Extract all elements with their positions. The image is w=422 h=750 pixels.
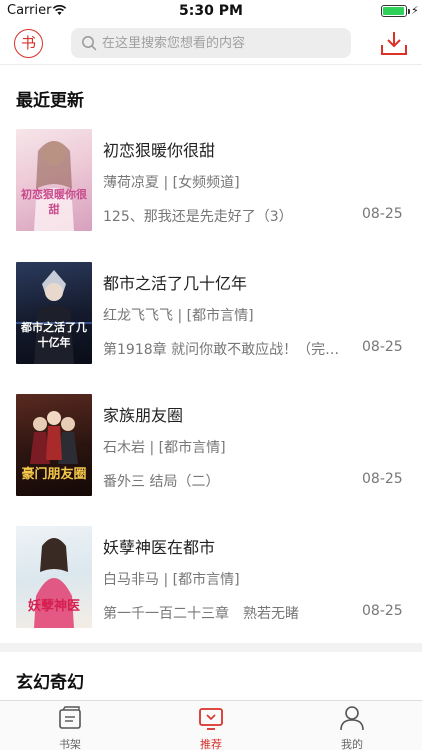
tab-label: 推荐 [200, 738, 222, 750]
cover-title: 豪门朋友圈 [21, 467, 87, 482]
cover-title: 都市之活了几十亿年 [21, 321, 87, 349]
book-author: 石木岩 | [都市言情] [103, 440, 226, 456]
tab-label: 我的 [341, 738, 363, 750]
book-update-date: 08-25 [362, 471, 403, 487]
charging-icon: ⚡ [411, 4, 419, 17]
book-cover[interactable]: 妖孽神医 [16, 526, 92, 628]
section-title-recent: 最近更新 [16, 91, 84, 111]
battery-icon [381, 5, 407, 17]
book-cover[interactable]: 豪门朋友圈 [16, 394, 92, 496]
battery-cap [408, 9, 410, 14]
book-cover[interactable]: 初恋狠暖你很甜 [16, 129, 92, 231]
book-author: 薄荷凉夏 | [女频频道] [103, 175, 240, 191]
cover-title: 初恋狠暖你很甜 [21, 188, 87, 216]
book-author: 红龙飞飞飞 | [都市言情] [103, 308, 254, 324]
user-icon [340, 706, 364, 731]
top-nav: 书 [0, 22, 422, 65]
book-item[interactable]: 初恋狠暖你很甜 初恋狠暖你很甜 薄荷凉夏 | [女频频道] 125、那我还是先走… [0, 129, 422, 241]
section-title-fantasy: 玄幻奇幻 [16, 673, 84, 693]
status-bar: Carrier 5:30 PM ⚡ [0, 0, 422, 22]
bookshelf-icon [59, 706, 81, 729]
cover-title: 妖孽神医 [27, 599, 80, 614]
book-item[interactable]: 豪门朋友圈 家族朋友圈 石木岩 | [都市言情] 番外三 结局（二） 08-25 [0, 394, 422, 506]
book-latest-chapter: 125、那我还是先走好了（3） [103, 209, 293, 225]
book-update-date: 08-25 [362, 603, 403, 619]
tab-me[interactable]: 我的 [282, 701, 422, 750]
book-update-date: 08-25 [362, 206, 403, 222]
book-latest-chapter: 番外三 结局（二） [103, 474, 220, 490]
tab-label: 书架 [59, 738, 81, 750]
book-title: 初恋狠暖你很甜 [103, 141, 216, 160]
search-input[interactable] [102, 28, 342, 58]
search-box[interactable] [71, 28, 351, 58]
tab-bookshelf[interactable]: 书架 [0, 701, 140, 750]
tv-icon [199, 708, 223, 730]
section-divider [0, 643, 422, 652]
book-cover[interactable]: 都市之活了几十亿年 [16, 262, 92, 364]
book-title: 妖孽神医在都市 [103, 538, 216, 557]
download-icon[interactable] [380, 30, 408, 56]
book-item[interactable]: 妖孽神医 妖孽神医在都市 白马非马 | [都市言情] 第一千一百二十三章 熟若无… [0, 526, 422, 638]
book-latest-chapter: 第1918章 就问你敢不敢应战！（完本） [103, 342, 348, 358]
tab-recommend[interactable]: 推荐 [141, 701, 281, 750]
app-logo[interactable]: 书 [14, 29, 43, 58]
bottom-tab-bar: 书架 推荐 我的 [0, 700, 422, 750]
book-title: 家族朋友圈 [103, 406, 184, 425]
book-latest-chapter: 第一千一百二十三章 熟若无睹 [103, 606, 299, 622]
book-item[interactable]: 都市之活了几十亿年 都市之活了几十亿年 红龙飞飞飞 | [都市言情] 第1918… [0, 262, 422, 374]
book-author: 白马非马 | [都市言情] [103, 572, 240, 588]
search-icon [82, 36, 97, 51]
book-update-date: 08-25 [362, 339, 403, 355]
clock: 5:30 PM [179, 3, 243, 19]
battery-level [383, 7, 404, 15]
book-title: 都市之活了几十亿年 [103, 274, 248, 293]
